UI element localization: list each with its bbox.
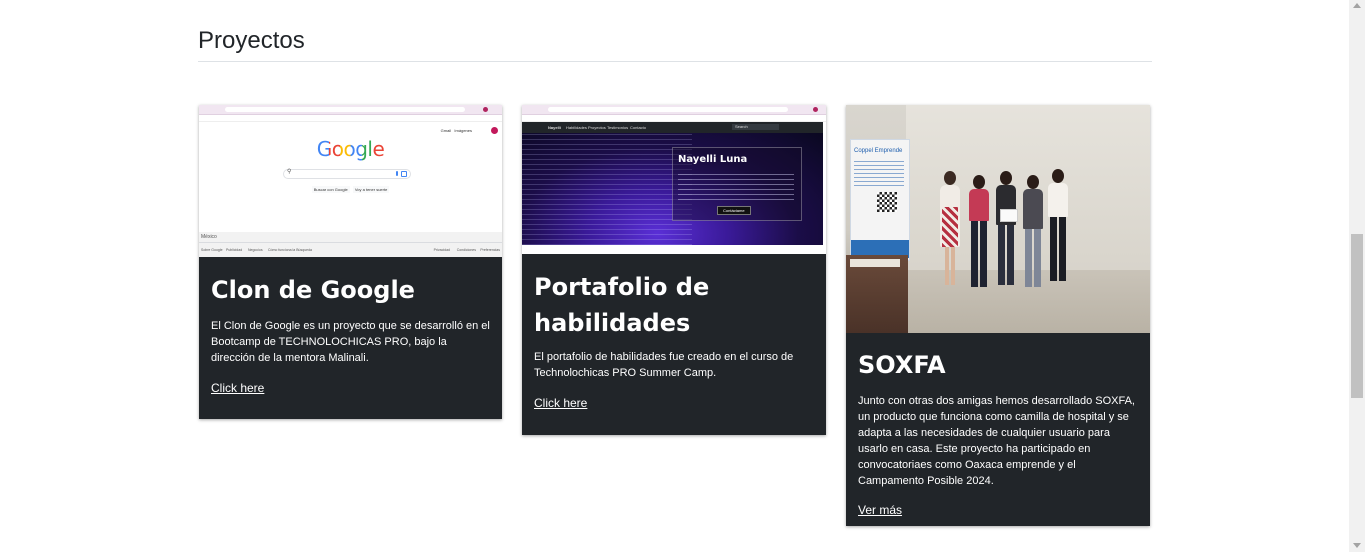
hero-box: Nayelli Luna Contáctame [672, 147, 802, 221]
scrollbar-thumb[interactable] [1351, 234, 1363, 398]
google-footer: México Sobre Google Publicidad Negocios … [199, 232, 502, 257]
footer-link: Condiciones [456, 248, 476, 252]
footer-links: Sobre Google Publicidad Negocios Cómo fu… [199, 243, 502, 253]
qr-code [877, 192, 897, 212]
code-pattern [522, 133, 692, 245]
footer-link: Publicidad [226, 248, 243, 252]
coppel-banner: Coppel Emprende [850, 139, 910, 261]
google-clone-screenshot: Gmail Imágenes Google ⚲ Buscar con Googl… [199, 105, 502, 257]
page-scrollbar[interactable] [1349, 0, 1365, 552]
profile-icon [813, 107, 818, 112]
profile-icon [483, 107, 488, 112]
section-title: Proyectos [198, 27, 305, 54]
footer-link: Sobre Google [201, 248, 223, 252]
address-bar [225, 107, 465, 112]
person [966, 175, 992, 289]
nav-item: Contacto [630, 125, 647, 130]
gmail-link: Gmail [440, 128, 452, 133]
person [1020, 175, 1046, 289]
bookmarks-bar [522, 115, 826, 122]
soxfa-photo: Coppel Emprende [846, 105, 1150, 333]
person [1044, 169, 1072, 287]
section-divider [198, 61, 1152, 62]
google-logo: Google [199, 137, 502, 161]
bookmarks-bar [199, 115, 502, 122]
footer-link: Cómo funciona la Búsqueda [268, 248, 312, 252]
google-logo-text: Google [316, 137, 385, 161]
card-title: SOXFA [858, 351, 946, 379]
footer-country: México [199, 232, 502, 243]
google-search-box: ⚲ [283, 169, 411, 179]
google-account-icon [491, 127, 498, 134]
scroll-up-arrow-icon[interactable] [1353, 3, 1361, 8]
nav-item: Testimonios [607, 125, 629, 130]
address-bar [548, 107, 788, 112]
contact-button: Contáctame [717, 206, 751, 215]
card-description: El Clon de Google es un proyecto que se … [211, 320, 490, 364]
google-top-links: Gmail Imágenes [441, 128, 472, 133]
project-card-soxfa: Coppel Emprende SOXFA Junto con otras do… [846, 105, 1150, 526]
images-link: Imágenes [454, 128, 472, 133]
browser-bar [199, 105, 502, 115]
nav-item: Proyectos [588, 125, 606, 130]
table [846, 255, 908, 333]
brand: Nayelli [548, 125, 561, 130]
lucky-button: Voy a tener suerte [352, 186, 390, 193]
nav-search: Search [732, 124, 779, 130]
hero-name: Nayelli Luna [678, 154, 748, 165]
scroll-down-arrow-icon[interactable] [1353, 543, 1361, 548]
google-buttons: Buscar con Google Voy a tener suerte [199, 186, 502, 193]
click-here-link[interactable]: Click here [211, 381, 264, 395]
click-here-link[interactable]: Click here [534, 396, 587, 410]
card-title: Portafolio de habilidades [534, 273, 710, 337]
card-description: Junto con otras dos amigas hemos desarro… [858, 395, 1135, 487]
portfolio-hero: Nayelli Luna Contáctame [522, 133, 823, 245]
see-more-link[interactable]: Ver más [858, 503, 902, 517]
search-icon: ⚲ [287, 169, 292, 175]
diploma [1000, 209, 1018, 222]
banner-text [854, 160, 904, 186]
person [992, 171, 1020, 289]
google-search-button: Buscar con Google [311, 186, 350, 193]
project-card-google-clone: Gmail Imágenes Google ⚲ Buscar con Googl… [199, 105, 502, 419]
project-card-portfolio: Nayelli Habilidades Proyectos Testimonio… [522, 105, 826, 435]
card-title: Clon de Google [211, 276, 415, 304]
nav-item: Habilidades [566, 125, 587, 130]
person [936, 171, 964, 289]
footer-link: Preferencias [480, 248, 500, 252]
card-description: El portafolio de habilidades fue creado … [534, 351, 794, 379]
lens-icon [401, 171, 407, 177]
portfolio-screenshot: Nayelli Habilidades Proyectos Testimonio… [522, 105, 826, 254]
table-items [850, 259, 900, 267]
hero-text-lines [678, 170, 794, 200]
browser-bar [522, 105, 826, 115]
mic-icon [396, 171, 398, 176]
portfolio-navbar: Nayelli Habilidades Proyectos Testimonio… [522, 122, 823, 133]
banner-title: Coppel Emprende [854, 148, 903, 154]
footer-link: Negocios [248, 248, 263, 252]
footer-link: Privacidad [433, 248, 450, 252]
